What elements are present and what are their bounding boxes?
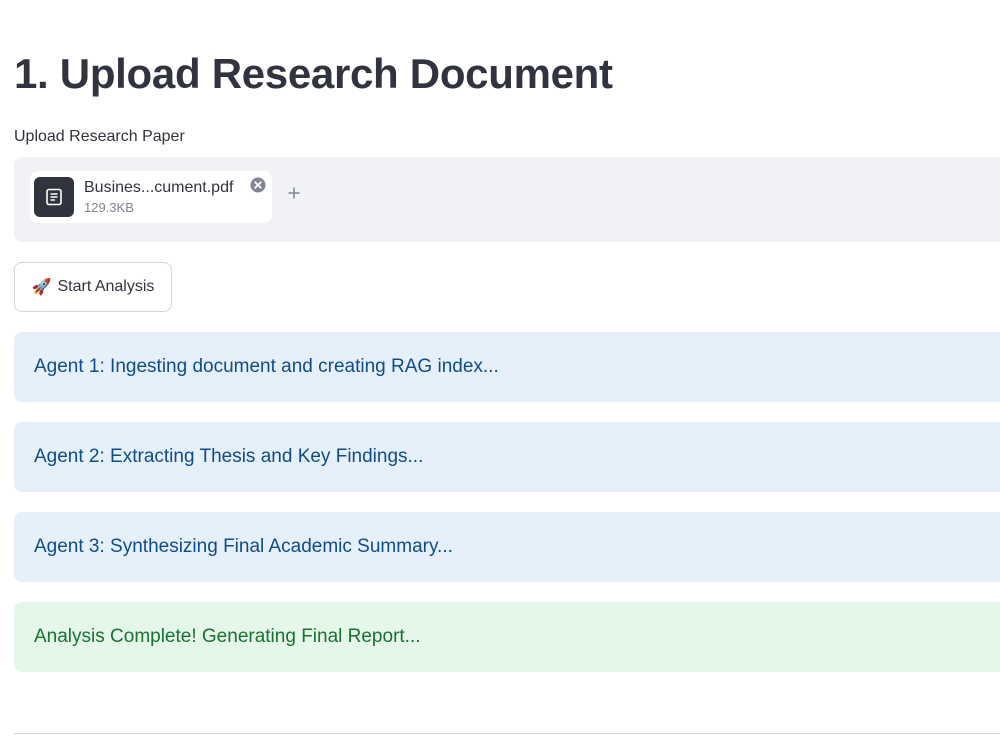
file-dropzone[interactable]: Busines...cument.pdf 129.3KB xyxy=(14,157,1000,242)
status-alert-agent-2: Agent 2: Extracting Thesis and Key Findi… xyxy=(14,422,1000,492)
status-alert-agent-3: Agent 3: Synthesizing Final Academic Sum… xyxy=(14,512,1000,582)
status-alert-text: Analysis Complete! Generating Final Repo… xyxy=(34,626,421,647)
status-alert-text: Agent 1: Ingesting document and creating… xyxy=(34,356,499,377)
file-size: 129.3KB xyxy=(84,200,134,215)
section-divider xyxy=(14,733,1000,734)
close-circle-icon xyxy=(250,177,266,193)
page-title: 1. Upload Research Document xyxy=(14,50,613,97)
add-file-button[interactable] xyxy=(286,185,302,201)
file-name: Busines...cument.pdf xyxy=(84,179,234,196)
remove-file-button[interactable] xyxy=(250,177,266,193)
document-icon xyxy=(34,177,74,217)
uploaded-file-chip: Busines...cument.pdf 129.3KB xyxy=(30,171,272,223)
main-page: 1. Upload Research Document Upload Resea… xyxy=(0,0,1000,750)
upload-label: Upload Research Paper xyxy=(14,128,185,145)
status-alert-complete: Analysis Complete! Generating Final Repo… xyxy=(14,602,1000,672)
start-analysis-button[interactable]: 🚀 Start Analysis xyxy=(14,262,172,312)
start-analysis-label: Start Analysis xyxy=(57,278,155,295)
status-alert-text: Agent 3: Synthesizing Final Academic Sum… xyxy=(34,536,453,557)
status-alert-text: Agent 2: Extracting Thesis and Key Findi… xyxy=(34,446,424,467)
rocket-icon: 🚀 xyxy=(31,279,52,296)
plus-icon xyxy=(288,187,300,199)
status-alert-agent-1: Agent 1: Ingesting document and creating… xyxy=(14,332,1000,402)
